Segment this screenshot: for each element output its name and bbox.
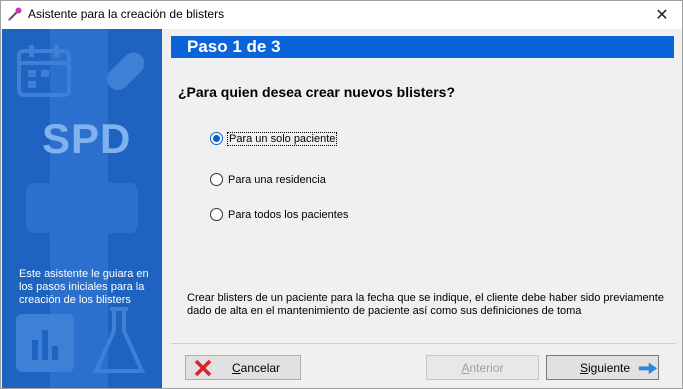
sidebar-panel: SPD Este asistente le guiara en los paso… [2, 29, 162, 388]
radio-option-single-patient[interactable]: Para un solo paciente [210, 131, 338, 146]
question-heading: ¿Para quien desea crear nuevos blisters? [178, 84, 456, 100]
option-description: Crear blisters de un paciente para la fe… [187, 292, 664, 317]
option-label: Para una residencia [228, 173, 326, 186]
spd-logo-text: SPD [42, 115, 132, 162]
wizard-window: Asistente para la creación de blisters ✕… [0, 0, 683, 389]
sidebar-description: Este asistente le guiara en los pasos in… [19, 268, 149, 306]
window-title: Asistente para la creación de blisters [28, 7, 225, 21]
option-label: Para todos los pacientes [228, 208, 349, 221]
step-header: Paso 1 de 3 [171, 36, 674, 58]
previous-button[interactable]: Anterior [426, 355, 539, 380]
radio-option-all-patients[interactable]: Para todos los pacientes [210, 208, 348, 221]
radio-option-residence[interactable]: Para una residencia [210, 173, 326, 186]
blister-pack-icon [26, 183, 138, 233]
radio-button-selected[interactable] [210, 132, 223, 145]
flask-icon [92, 307, 146, 373]
next-label: Siguiente [580, 360, 631, 375]
divider [171, 343, 676, 344]
arrow-right-icon [638, 362, 658, 374]
pill-icon [106, 52, 145, 91]
calendar-icon [17, 45, 71, 97]
close-icon: ✕ [655, 7, 669, 24]
option-label: Para un solo paciente [226, 131, 338, 146]
previous-label: Anterior [461, 360, 504, 375]
cancel-label: Cancelar [232, 360, 281, 375]
next-button[interactable]: Siguiente [546, 355, 659, 380]
radio-button[interactable] [210, 208, 223, 221]
pipette-app-icon [8, 7, 22, 21]
cancel-button[interactable]: Cancelar [185, 355, 301, 380]
red-x-icon [194, 359, 212, 376]
bar-chart-icon [16, 314, 74, 372]
close-button[interactable]: ✕ [642, 1, 682, 29]
radio-button[interactable] [210, 173, 223, 186]
title-bar[interactable]: Asistente para la creación de blisters ✕ [1, 1, 682, 29]
